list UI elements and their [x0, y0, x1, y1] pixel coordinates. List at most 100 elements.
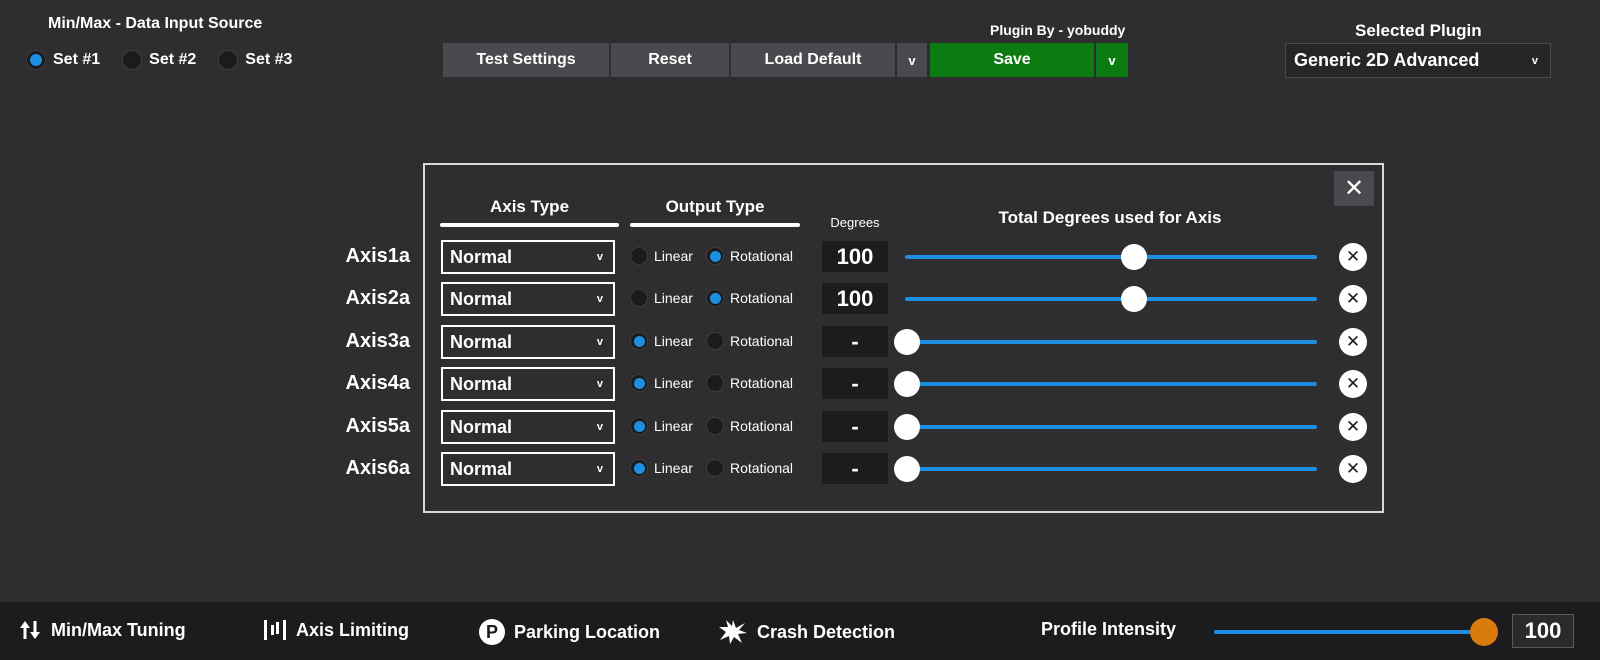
degrees-slider-track[interactable] [905, 340, 1317, 344]
output-type-header: Output Type [630, 197, 800, 227]
axis-label: Axis5a [345, 415, 411, 437]
degrees-value[interactable]: - [822, 368, 888, 399]
radio-unselected-icon [122, 50, 143, 70]
set-3-radio[interactable]: Set #3 [218, 50, 292, 70]
output-rotational-radio[interactable]: Rotational [706, 374, 793, 392]
close-icon: ✕ [1343, 175, 1365, 202]
output-rotational-radio[interactable]: Rotational [706, 247, 793, 265]
degrees-value[interactable]: - [822, 411, 888, 442]
degrees-slider-thumb[interactable] [1121, 244, 1147, 270]
degrees-value[interactable]: 100 [822, 241, 888, 272]
degrees-value[interactable]: - [822, 326, 888, 357]
close-icon: ✕ [1345, 332, 1361, 351]
axis-type-value: Normal [450, 288, 513, 309]
output-rotational-radio[interactable]: Rotational [706, 332, 793, 350]
axis-type-select[interactable]: Normal v [441, 325, 615, 359]
rotational-label: Rotational [730, 375, 794, 391]
data-source-title: Min/Max - Data Input Source [48, 15, 263, 32]
radio-unselected-icon [218, 50, 239, 70]
linear-label: Linear [654, 375, 693, 391]
set-2-label: Set #2 [149, 51, 197, 68]
clear-axis-button[interactable]: ✕ [1339, 285, 1367, 313]
degrees-slider-track[interactable] [905, 297, 1317, 301]
axis-limiting-tab[interactable]: Axis Limiting [263, 619, 409, 641]
degrees-header: Degrees [830, 215, 880, 230]
output-linear-radio[interactable]: Linear [630, 247, 693, 265]
profile-intensity-value[interactable]: 100 [1512, 614, 1574, 648]
axis-type-select[interactable]: Normal v [441, 240, 615, 274]
output-linear-radio[interactable]: Linear [630, 417, 693, 435]
save-button[interactable]: Save [930, 43, 1096, 77]
clear-axis-button[interactable]: ✕ [1339, 243, 1367, 271]
set-3-label: Set #3 [245, 51, 293, 68]
selected-plugin-title: Selected Plugin [1355, 21, 1482, 40]
crash-detection-label: Crash Detection [757, 621, 896, 642]
profile-intensity-label: Profile Intensity [1041, 619, 1177, 639]
output-linear-radio[interactable]: Linear [630, 332, 693, 350]
degrees-slider-thumb[interactable] [1121, 286, 1147, 312]
close-icon: ✕ [1345, 417, 1361, 436]
set-2-radio[interactable]: Set #2 [122, 50, 196, 70]
axis-label: Axis3a [345, 330, 411, 352]
close-icon: ✕ [1345, 289, 1361, 308]
degrees-slider-track[interactable] [905, 255, 1317, 259]
degrees-value[interactable]: - [822, 453, 888, 484]
axis-type-value: Normal [450, 373, 513, 394]
parking-p-icon: P [479, 619, 505, 645]
load-default-button[interactable]: Load Default [731, 43, 897, 77]
degrees-slider-track[interactable] [905, 425, 1317, 429]
axis-type-select[interactable]: Normal v [441, 367, 615, 401]
plugin-select[interactable]: Generic 2D Advanced v [1285, 43, 1551, 78]
set-1-radio[interactable]: Set #1 [26, 50, 100, 70]
profile-intensity-track[interactable] [1214, 630, 1482, 634]
degrees-slider-thumb[interactable] [894, 371, 920, 397]
degrees-slider-thumb[interactable] [894, 456, 920, 482]
degrees-slider-track[interactable] [905, 382, 1317, 386]
load-default-dropdown-button[interactable]: v [897, 43, 929, 77]
save-dropdown-button[interactable]: v [1096, 43, 1128, 77]
min-max-tuning-tab[interactable]: Min/Max Tuning [18, 619, 186, 641]
chevron-down-icon: v [596, 463, 603, 475]
parking-location-tab[interactable]: P Parking Location [479, 619, 660, 645]
axis-type-select[interactable]: Normal v [441, 452, 615, 486]
degrees-slider-thumb[interactable] [894, 329, 920, 355]
radio-unselected-icon [630, 247, 648, 265]
close-dialog-button[interactable]: ✕ [1334, 171, 1374, 206]
close-icon: ✕ [1345, 247, 1361, 266]
chevron-down-icon: v [596, 293, 603, 305]
output-linear-radio[interactable]: Linear [630, 289, 693, 307]
degrees-value[interactable]: 100 [822, 283, 888, 314]
header-underline [440, 223, 619, 227]
degrees-slider-track[interactable] [905, 467, 1317, 471]
radio-selected-icon [706, 289, 724, 307]
profile-intensity-slider-thumb[interactable] [1470, 618, 1498, 646]
output-rotational-radio[interactable]: Rotational [706, 459, 793, 477]
crash-detection-tab[interactable]: Crash Detection [718, 619, 895, 645]
crash-burst-icon [718, 619, 748, 645]
chevron-down-icon: v [596, 421, 603, 433]
axis-label: Axis1a [345, 245, 411, 267]
output-linear-radio[interactable]: Linear [630, 459, 693, 477]
clear-axis-button[interactable]: ✕ [1339, 328, 1367, 356]
toolbar: Test Settings Reset Load Default v Save … [443, 43, 1128, 77]
output-rotational-radio[interactable]: Rotational [706, 417, 793, 435]
axis-type-select[interactable]: Normal v [441, 282, 615, 316]
header-underline [630, 223, 800, 227]
min-max-tuning-label: Min/Max Tuning [51, 619, 186, 640]
reset-button[interactable]: Reset [611, 43, 731, 77]
chevron-down-icon: v [596, 378, 603, 390]
chevron-down-icon: v [596, 251, 603, 263]
plugin-select-value: Generic 2D Advanced [1294, 50, 1480, 70]
output-type-header-label: Output Type [665, 197, 765, 216]
clear-axis-button[interactable]: ✕ [1339, 413, 1367, 441]
axis-type-select[interactable]: Normal v [441, 410, 615, 444]
axis-type-header-label: Axis Type [489, 197, 570, 216]
output-rotational-radio[interactable]: Rotational [706, 289, 793, 307]
linear-label: Linear [654, 248, 693, 264]
degrees-slider-thumb[interactable] [894, 414, 920, 440]
output-linear-radio[interactable]: Linear [630, 374, 693, 392]
clear-axis-button[interactable]: ✕ [1339, 370, 1367, 398]
clear-axis-button[interactable]: ✕ [1339, 455, 1367, 483]
radio-selected-icon [26, 50, 46, 70]
test-settings-button[interactable]: Test Settings [443, 43, 611, 77]
